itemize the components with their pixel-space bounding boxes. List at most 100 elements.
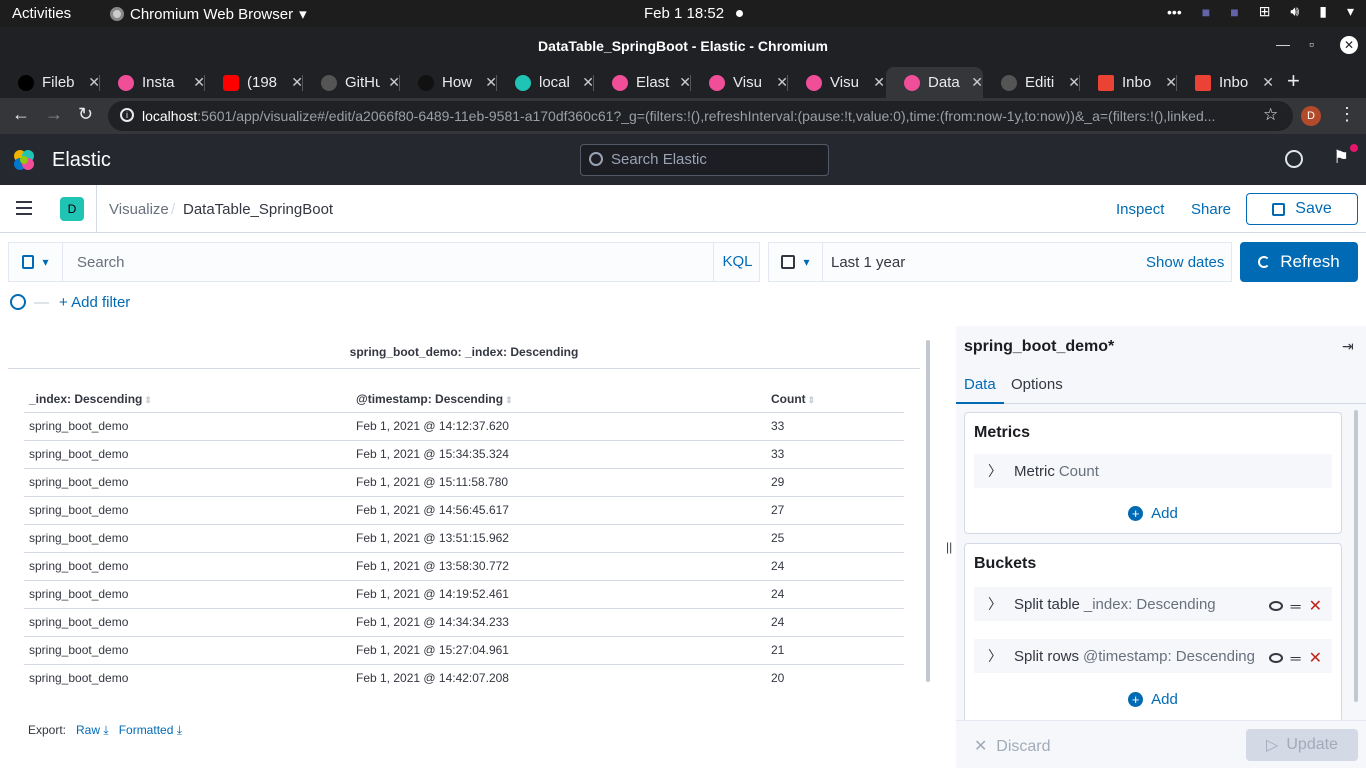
browser-tab[interactable]: Inbo ✕ [1177, 67, 1274, 98]
activities-button[interactable]: Activities [12, 5, 71, 22]
bucket-split-rows-row[interactable]: 〉 Split rows @timestamp: Descending ═ ✕ [974, 639, 1332, 673]
close-window-icon[interactable]: ✕ [1340, 36, 1358, 54]
bookmark-star-icon[interactable]: ☆ [1263, 105, 1278, 125]
browser-menu-icon[interactable]: ⋮ [1338, 104, 1356, 125]
maximize-icon[interactable]: ▫ [1309, 36, 1314, 52]
space-avatar[interactable]: D [60, 197, 84, 221]
browser-tab[interactable]: Insta ✕ [100, 67, 205, 98]
system-tray[interactable]: ••• ■ ■ ⊞ 🔊︎ ▮ ▾ [1167, 3, 1354, 20]
more-icon[interactable]: ••• [1167, 4, 1182, 20]
save-button[interactable]: Save [1246, 193, 1358, 225]
show-dates-link[interactable]: Show dates [1146, 254, 1224, 271]
browser-tab[interactable]: Elast ✕ [594, 67, 691, 98]
export-label: Export: [28, 723, 67, 737]
browser-tab[interactable]: GitHu ✕ [303, 67, 400, 98]
remove-icon[interactable]: ✕ [1309, 596, 1322, 616]
eye-icon[interactable] [1268, 653, 1283, 663]
remove-icon[interactable]: ✕ [1309, 648, 1322, 668]
share-link[interactable]: Share [1191, 201, 1231, 218]
help-icon[interactable] [1285, 150, 1303, 168]
export-formatted-link[interactable]: Formatted ⤓ [119, 723, 182, 738]
reload-icon[interactable]: ↻ [78, 104, 93, 125]
browser-tab[interactable]: Fileb ✕ [0, 67, 100, 98]
add-filter-link[interactable]: + Add filter [59, 294, 130, 311]
teams-icon[interactable]: ■ [1202, 4, 1210, 20]
date-picker: ▾ Last 1 year Show dates [768, 242, 1232, 282]
browser-tab[interactable]: Visu ✕ [788, 67, 885, 98]
tab-favicon-icon [18, 74, 34, 91]
search-input[interactable]: Search Elastic [580, 144, 829, 176]
app-menu[interactable]: Chromium Web Browser ▾ [110, 5, 307, 23]
browser-tab[interactable]: Inbo ✕ [1080, 67, 1177, 98]
column-header-count[interactable]: Count ⇕ [766, 386, 904, 413]
add-metric-button[interactable]: + Add [965, 505, 1341, 522]
window-title-bar: DataTable_SpringBoot - Elastic - Chromiu… [0, 27, 1366, 64]
discard-button[interactable]: ✕ Discard [974, 736, 1051, 756]
back-icon[interactable]: ← [12, 104, 30, 125]
chevron-right-icon[interactable]: 〉 [988, 594, 1002, 614]
browser-tab-active[interactable]: Data ✕ [886, 67, 983, 98]
address-bar[interactable]: localhost:5601/app/visualize#/edit/a2066… [108, 101, 1293, 131]
teams-icon-2[interactable]: ■ [1230, 4, 1238, 20]
close-icon[interactable]: ✕ [971, 74, 983, 91]
browser-tab[interactable]: local ✕ [497, 67, 594, 98]
elastic-logo-icon[interactable] [12, 148, 36, 172]
tab-data[interactable]: Data [956, 376, 1004, 404]
chevron-down-icon[interactable]: ▾ [1347, 3, 1354, 20]
bucket-split-table-row[interactable]: 〉 Split table _index: Descending ═ ✕ [974, 587, 1332, 621]
drag-handle-icon[interactable]: ═ [1291, 650, 1301, 666]
volume-icon[interactable]: 🔊︎ [1290, 3, 1299, 20]
column-header-timestamp[interactable]: @timestamp: Descending ⇕ [351, 386, 766, 413]
query-input[interactable]: Search [77, 254, 125, 271]
drag-handle-icon[interactable]: ═ [1291, 598, 1301, 614]
filter-options-icon[interactable] [10, 294, 26, 310]
add-bucket-button[interactable]: + Add [965, 691, 1341, 708]
chevron-right-icon[interactable]: 〉 [988, 461, 1002, 481]
chevron-down-icon: ▾ [42, 255, 49, 269]
site-info-icon[interactable]: i [120, 108, 134, 122]
kql-toggle[interactable]: KQL [713, 243, 761, 281]
update-button[interactable]: ▷ Update [1246, 729, 1358, 761]
profile-avatar[interactable]: D [1301, 106, 1321, 126]
time-range[interactable]: Last 1 year [831, 254, 905, 271]
notification-dot-icon [736, 10, 743, 17]
new-tab-button[interactable]: + [1287, 68, 1300, 94]
scrollbar[interactable] [926, 340, 930, 682]
chevron-down-icon: ▾ [803, 255, 810, 269]
panel-resize-handle[interactable]: || [946, 540, 952, 554]
column-header-index[interactable]: _index: Descending ⇕ [24, 386, 351, 413]
brand-name[interactable]: Elastic [52, 149, 111, 172]
quick-date-menu[interactable]: ▾ [769, 243, 823, 281]
hamburger-menu-icon[interactable] [16, 201, 32, 219]
eye-icon[interactable] [1268, 601, 1283, 611]
minimize-icon[interactable]: — [1276, 36, 1290, 52]
chevron-down-icon: ▾ [299, 6, 307, 23]
table-row: spring_boot_demo Feb 1, 2021 @ 13:51:15.9… [24, 524, 904, 553]
export-raw-link[interactable]: Raw ⤓ [76, 723, 109, 738]
editor-sidebar: spring_boot_demo* ⇥ Data Options Metrics… [956, 326, 1366, 768]
forward-icon[interactable]: → [45, 104, 63, 125]
network-icon[interactable]: ⊞ [1259, 3, 1271, 20]
download-icon: ⤓ [103, 723, 109, 737]
newsfeed-icon[interactable]: ⚑ [1333, 147, 1349, 168]
saved-query-menu[interactable]: ▾ [9, 243, 63, 281]
battery-icon[interactable]: ▮ [1319, 3, 1327, 20]
chevron-right-icon[interactable]: 〉 [988, 646, 1002, 666]
clock[interactable]: Feb 1 18:52 [644, 5, 724, 22]
scrollbar[interactable] [1354, 410, 1358, 702]
breadcrumb-visualize[interactable]: Visualize [109, 201, 169, 218]
export-bar: Export: Raw ⤓ Formatted ⤓ [28, 723, 182, 738]
download-icon: ⤓ [176, 723, 183, 737]
inspect-link[interactable]: Inspect [1116, 201, 1164, 218]
browser-tab[interactable]: Editi ✕ [983, 67, 1080, 98]
notification-badge [1350, 144, 1358, 152]
tab-options[interactable]: Options [1011, 376, 1063, 404]
metric-count-row[interactable]: 〉 Metric Count [974, 454, 1332, 488]
browser-tab[interactable]: How ✕ [400, 67, 497, 98]
close-icon[interactable]: ✕ [873, 74, 885, 91]
collapse-sidebar-icon[interactable]: ⇥ [1342, 338, 1354, 355]
close-icon[interactable]: ✕ [1262, 74, 1274, 91]
browser-tab[interactable]: (198 ✕ [205, 67, 303, 98]
browser-tab[interactable]: Visu ✕ [691, 67, 788, 98]
refresh-button[interactable]: Refresh [1240, 242, 1358, 282]
